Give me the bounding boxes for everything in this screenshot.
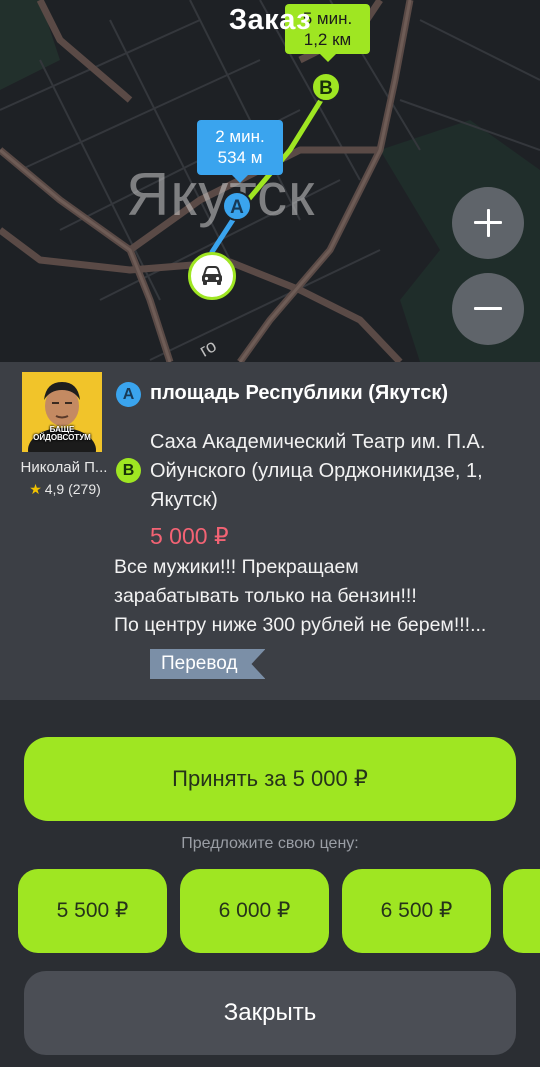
- suggest-price-label: Предложите свою цену:: [181, 835, 359, 852]
- star-icon: ★: [29, 481, 42, 497]
- avatar-caption: БАЩЕ ОЙДОВСОТУМ: [33, 425, 91, 442]
- page-title: Заказ: [228, 4, 312, 36]
- order-details: БАЩЕ ОЙДОВСОТУМ Николай П... ★ 4,9 (279) …: [0, 362, 540, 700]
- close-button[interactable]: Закрыть: [24, 971, 516, 1055]
- zoom-in-button[interactable]: [452, 187, 524, 259]
- car-marker: [188, 252, 236, 300]
- pickup-marker: A: [116, 382, 141, 407]
- zoom-out-button[interactable]: [452, 273, 524, 345]
- offer-price-button[interactable]: 6 000 ₽: [180, 869, 329, 953]
- eta-distance-a: 534 м: [217, 148, 263, 167]
- translate-button[interactable]: Перевод: [150, 649, 265, 679]
- price-offers: 5 500 ₽ 6 000 ₽ 6 500 ₽: [0, 869, 540, 953]
- passenger-comment: Все мужики!!! Прекращаем зарабатывать то…: [114, 556, 487, 636]
- order-price: 5 000 ₽: [150, 523, 229, 549]
- car-icon: [202, 266, 222, 285]
- avatar[interactable]: БАЩЕ ОЙДОВСОТУМ: [22, 372, 102, 452]
- dropoff-marker: B: [116, 458, 141, 483]
- offer-price-button[interactable]: 5 500 ₽: [18, 869, 167, 953]
- route-map[interactable]: Заказ Якутск го 5 мин. 1,2 км B 2 мин. 5…: [0, 0, 540, 362]
- rating-value: 4,9 (279): [44, 481, 101, 497]
- eta-bubble-a: 2 мин. 534 м: [197, 120, 283, 183]
- accept-button[interactable]: Принять за 5 000 ₽: [24, 737, 516, 821]
- pickup-address: площадь Республики (Якутск): [150, 382, 449, 404]
- offer-price-button[interactable]: 6 500 ₽: [342, 869, 491, 953]
- map-pin-b: B: [311, 72, 341, 102]
- map-pin-a: A: [222, 191, 252, 221]
- dropoff-address: Саха Академический Театр им. П.А. Ойунск…: [150, 431, 486, 511]
- offer-price-button[interactable]: [503, 869, 540, 953]
- driver-rating: ★ 4,9 (279): [20, 481, 110, 498]
- driver-name: Николай П...: [20, 459, 108, 476]
- eta-time-a: 2 мин.: [215, 127, 265, 146]
